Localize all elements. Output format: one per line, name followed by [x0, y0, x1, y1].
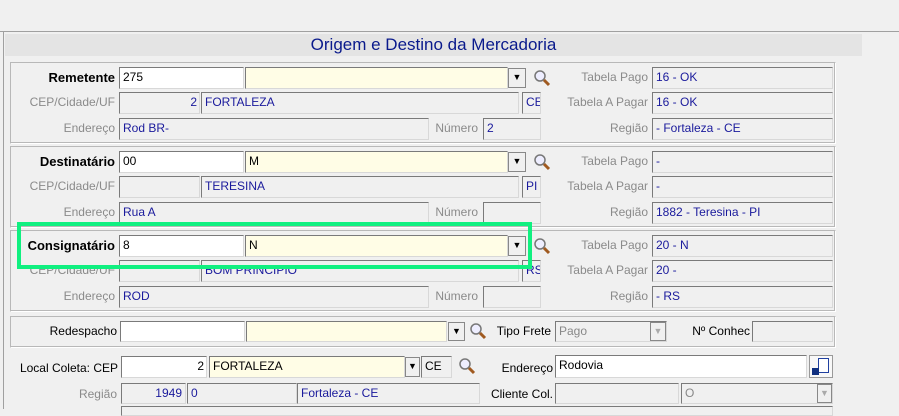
consignatario-tabela-a-pagar-label: Tabela A Pagar: [567, 263, 648, 277]
consignatario-numero-field: [483, 286, 541, 308]
redespacho-code-input[interactable]: [120, 321, 245, 342]
destinatario-tabela-a-pagar-label: Tabela A Pagar: [567, 179, 648, 193]
redespacho-name-input[interactable]: [246, 321, 447, 342]
remetente-name-input[interactable]: [245, 67, 508, 89]
coleta-regiao-name: Fortaleza - CE: [297, 383, 480, 404]
chevron-down-icon[interactable]: ▼: [405, 357, 420, 377]
destinatario-code-input[interactable]: 00: [119, 151, 244, 173]
chevron-down-icon[interactable]: ▼: [817, 384, 832, 403]
consignatario-tabela-pago-label: Tabela Pago: [581, 238, 648, 252]
destinatario-uf-field: PI: [522, 176, 541, 198]
destinatario-city-field: TERESINA: [201, 176, 519, 198]
address-book-icon[interactable]: [809, 355, 833, 378]
remetente-label: Remetente: [48, 70, 115, 85]
cliente-col-input[interactable]: [555, 383, 679, 404]
destinatario-regiao-label: Região: [609, 205, 648, 219]
search-icon[interactable]: [533, 153, 551, 171]
cliente-col-select[interactable]: O: [681, 383, 833, 404]
conhec-input[interactable]: [752, 321, 833, 342]
destinatario-endereco-field: Rua A: [119, 202, 429, 224]
coleta-regiao-mid: 0: [187, 383, 297, 404]
consignatario-tabela-pago-field: 20 - N: [652, 235, 833, 257]
destinatario-numero-label: Número: [435, 205, 478, 219]
redespacho-label: Redespacho: [49, 324, 117, 338]
remetente-cep-label: CEP/Cidade/UF: [29, 95, 115, 109]
highlight-box: [17, 222, 532, 269]
consignatario-endereco-field: ROD: [119, 286, 429, 308]
coleta-endereco-label: Endereço: [501, 361, 553, 375]
destinatario-regiao-field: 1882 - Teresina - PI: [652, 202, 833, 224]
destinatario-tabela-pago-field: -: [652, 151, 833, 173]
divider: [3, 32, 4, 409]
chevron-down-icon[interactable]: ▼: [508, 68, 526, 88]
search-icon[interactable]: [533, 69, 551, 87]
consignatario-regiao-field: - RS: [652, 286, 833, 308]
destinatario-cep-field: [119, 176, 200, 198]
remetente-regiao-field: - Fortaleza - CE: [652, 118, 833, 140]
search-icon[interactable]: [469, 322, 487, 340]
consignatario-tabela-a-pagar-field: 20 -: [652, 260, 833, 282]
local-coleta-label: Local Coleta: CEP: [19, 361, 118, 375]
coleta-city-input[interactable]: FORTALEZA: [209, 356, 405, 378]
destinatario-name-input[interactable]: M: [245, 151, 508, 173]
next-row-field: [121, 406, 833, 416]
search-icon[interactable]: [458, 357, 476, 375]
divider: [0, 31, 899, 32]
remetente-endereco-field: Rod BR-: [119, 118, 429, 140]
consignatario-endereco-label: Endereço: [63, 289, 115, 303]
destinatario-endereco-label: Endereço: [63, 205, 115, 219]
destinatario-tabela-a-pagar-field: -: [652, 176, 833, 198]
remetente-cep-field: 2: [119, 92, 200, 114]
remetente-endereco-label: Endereço: [63, 121, 115, 135]
tipo-frete-label: Tipo Frete: [496, 324, 551, 338]
coleta-regiao-label: Região: [78, 387, 117, 401]
remetente-tabela-pago-label: Tabela Pago: [581, 70, 648, 84]
consignatario-numero-label: Número: [435, 289, 478, 303]
chevron-down-icon[interactable]: ▼: [650, 322, 666, 341]
chevron-down-icon[interactable]: ▼: [448, 322, 465, 341]
consignatario-regiao-label: Região: [609, 289, 648, 303]
cliente-col-label: Cliente Col.: [490, 387, 553, 401]
coleta-regiao-code: 1949: [121, 383, 186, 404]
destinatario-cep-label: CEP/Cidade/UF: [29, 179, 115, 193]
destinatario-numero-field: [483, 202, 541, 224]
remetente-uf-field: CE: [522, 92, 541, 114]
remetente-numero-field: 2: [483, 118, 541, 140]
remetente-code-input[interactable]: 275: [119, 67, 244, 89]
destinatario-label: Destinatário: [39, 154, 115, 169]
remetente-numero-label: Número: [435, 121, 478, 135]
coleta-endereco-input[interactable]: Rodovia: [555, 355, 807, 378]
chevron-down-icon[interactable]: ▼: [508, 152, 526, 172]
coleta-uf-field: CE: [421, 356, 452, 378]
destinatario-tabela-pago-label: Tabela Pago: [581, 154, 648, 168]
section-title: Origem e Destino da Mercadoria: [5, 34, 862, 56]
remetente-city-field: FORTALEZA: [201, 92, 519, 114]
remetente-tabela-pago-field: 16 - OK: [652, 67, 833, 89]
coleta-cep-input[interactable]: 2: [121, 356, 207, 378]
search-icon[interactable]: [533, 237, 551, 255]
remetente-tabela-a-pagar-label: Tabela A Pagar: [567, 95, 648, 109]
remetente-regiao-label: Região: [609, 121, 648, 135]
remetente-tabela-a-pagar-field: 16 - OK: [652, 92, 833, 114]
conhec-label: Nº Conhec: [692, 324, 750, 338]
